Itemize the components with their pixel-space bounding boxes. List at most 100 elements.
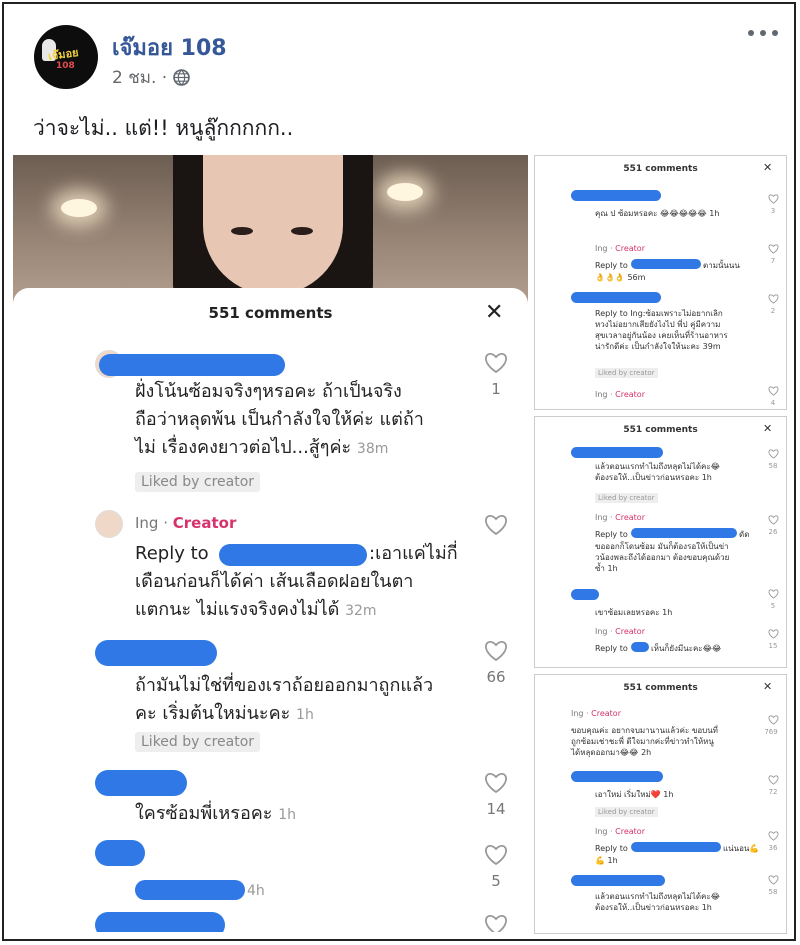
thumb-reply-suffix: ดัด bbox=[739, 530, 750, 539]
thumb-reply-label: Reply to bbox=[595, 844, 628, 853]
close-icon: ✕ bbox=[763, 422, 773, 435]
redacted-username bbox=[571, 589, 599, 600]
thumb-comment: ขอบคุณค่ะ อยากจบมานานแล้วค่ะ ขอบนที่ ถูก… bbox=[571, 726, 718, 757]
heart-icon bbox=[768, 589, 779, 599]
close-icon: ✕ bbox=[763, 161, 773, 174]
heart-icon bbox=[768, 449, 779, 459]
redacted-username bbox=[631, 642, 649, 652]
redacted-username bbox=[571, 447, 663, 458]
thumb-reply-label: Reply to bbox=[595, 644, 628, 653]
redacted-username bbox=[571, 875, 665, 886]
like-count: 58 bbox=[768, 888, 778, 896]
thumb-reply-text: ขอออกก็โดนซ้อม มันก็ต้องรอให้เป็นข่า วน้… bbox=[595, 542, 730, 573]
creator-avatar[interactable] bbox=[95, 510, 123, 538]
thumb-comment: คุณ ป ซ้อมหรอคะ 😂😂😂😂😂 1h bbox=[595, 209, 720, 218]
globe-icon[interactable] bbox=[173, 69, 190, 86]
reply-text: เดือนก่อนก็ได้ค่า เส้นเลือดฝอยในตา แตกนะ… bbox=[135, 571, 414, 620]
heart-icon[interactable] bbox=[484, 914, 508, 932]
heart-icon[interactable] bbox=[484, 514, 508, 536]
post-media[interactable]: 551 comments ✕ ฝั่งโน้นซ้อมจริงๆหรอคะ ถ้… bbox=[13, 155, 787, 934]
thumb-comment: Reply to Ing:ซ้อมเพราะไม่อยากเลิก หวงไม่… bbox=[595, 309, 728, 351]
thumbnail-screenshot-1[interactable]: 551 comments ✕ คุณ ป ซ้อมหรอคะ 😂😂😂😂😂 1h … bbox=[534, 155, 787, 410]
ceiling-light bbox=[387, 183, 423, 201]
like-count: 769 bbox=[764, 728, 778, 736]
redacted-username bbox=[95, 640, 217, 666]
more-options-icon[interactable] bbox=[748, 30, 778, 36]
redacted-username bbox=[99, 354, 285, 376]
page-avatar[interactable]: เจ๊มอย 108 bbox=[34, 25, 98, 89]
thumb-reply-suffix: ตามนั้นนน bbox=[703, 261, 740, 270]
like-count: 5 bbox=[770, 602, 776, 610]
creator-name-row: Ing · Creator bbox=[595, 827, 645, 836]
like-count: 7 bbox=[770, 257, 776, 265]
liked-by-creator-badge: Liked by creator bbox=[135, 732, 261, 752]
like-count: 3 bbox=[770, 207, 776, 215]
close-icon[interactable]: ✕ bbox=[485, 300, 503, 325]
post-meta: 2 ชม. · bbox=[112, 64, 190, 91]
like-count: 66 bbox=[486, 668, 506, 686]
eye bbox=[291, 227, 313, 235]
heart-icon[interactable] bbox=[484, 772, 508, 794]
thumb-comment: แล้วตอนแรกทำไมถึงหลุดไม่ได้คะ😂 ต้องรอให้… bbox=[595, 892, 721, 912]
comment-time: 4h bbox=[247, 883, 265, 899]
thumb-title: 551 comments bbox=[623, 164, 698, 174]
ceiling-light bbox=[61, 199, 97, 217]
like-count: 2 bbox=[770, 307, 776, 315]
redacted-username bbox=[571, 190, 661, 201]
like-count: 4 bbox=[770, 399, 776, 407]
comment-text: ฝั่งโน้นซ้อมจริงๆหรอคะ ถ้าเป็นจริง ถือว่… bbox=[135, 381, 424, 458]
thumb-reply-label: Reply to bbox=[595, 261, 628, 270]
avatar-logo-sub: 108 bbox=[56, 61, 75, 71]
thumb-reply-time: 👌👌👌 56m bbox=[595, 273, 646, 282]
creator-name-row: Ing · Creator bbox=[135, 514, 237, 532]
like-count: 15 bbox=[768, 642, 778, 650]
reply-text-start: :เอาแค่ไม่กี่ bbox=[369, 543, 458, 564]
thumb-comment: แล้วตอนแรกทำไมถึงหลุดไม่ได้คะ😂 ต้องรอให้… bbox=[595, 462, 721, 482]
like-count: 26 bbox=[768, 528, 778, 536]
liked-by-creator-badge: Liked by creator bbox=[135, 472, 261, 492]
heart-icon bbox=[768, 715, 779, 725]
creator-name-row: Ing · Creator bbox=[595, 390, 645, 399]
like-count: 1 bbox=[491, 380, 501, 398]
comment-text: ใครซ้อมพี่เหรอคะ 1h bbox=[135, 803, 296, 824]
thumbnail-screenshot-2[interactable]: 551 comments ✕ แล้วตอนแรกทำไมถึงหลุดไม่ไ… bbox=[534, 416, 787, 668]
redacted-username bbox=[95, 770, 187, 796]
redacted-username bbox=[571, 292, 661, 303]
redacted-username bbox=[631, 259, 701, 269]
thumbnail-screenshot-3[interactable]: 551 comments ✕ Ing · Creator ขอบคุณค่ะ อ… bbox=[534, 674, 787, 934]
thumb-comment: เขาซ้อมเลยหรอคะ 1h bbox=[595, 608, 673, 617]
redacted-username bbox=[135, 880, 245, 900]
redacted-username bbox=[95, 840, 145, 866]
like-count: 72 bbox=[768, 788, 778, 796]
heart-icon bbox=[768, 831, 779, 841]
like-count: 5 bbox=[491, 872, 501, 890]
heart-icon bbox=[768, 875, 779, 885]
liked-by-creator-badge: Liked by creator bbox=[595, 493, 658, 503]
heart-icon[interactable] bbox=[484, 844, 508, 866]
eye bbox=[231, 227, 253, 235]
redacted-username bbox=[95, 912, 225, 932]
creator-name-row: Ing · Creator bbox=[595, 627, 645, 636]
creator-name-row: Ing · Creator bbox=[595, 513, 645, 522]
thumb-comment: เอาใหม่ เริ่มใหม่❤️ 1h bbox=[595, 790, 674, 799]
heart-icon bbox=[768, 386, 779, 396]
heart-icon[interactable] bbox=[484, 352, 508, 374]
liked-by-creator-badge: Liked by creator bbox=[595, 368, 658, 378]
video-background bbox=[13, 155, 528, 305]
heart-icon[interactable] bbox=[484, 640, 508, 662]
main-screenshot[interactable]: 551 comments ✕ ฝั่งโน้นซ้อมจริงๆหรอคะ ถ้… bbox=[13, 155, 528, 932]
close-icon: ✕ bbox=[763, 680, 773, 693]
person-face bbox=[203, 155, 343, 295]
comments-sheet: 551 comments ✕ ฝั่งโน้นซ้อมจริงๆหรอคะ ถ้… bbox=[13, 288, 528, 932]
heart-icon bbox=[768, 629, 779, 639]
heart-icon bbox=[768, 244, 779, 254]
comments-count-title: 551 comments bbox=[208, 304, 333, 322]
like-count: 14 bbox=[486, 800, 506, 818]
post-time[interactable]: 2 ชม. · bbox=[112, 64, 167, 91]
thumb-title: 551 comments bbox=[623, 683, 698, 693]
redacted-username bbox=[219, 544, 367, 566]
redacted-username bbox=[631, 842, 721, 852]
thumb-title: 551 comments bbox=[623, 425, 698, 435]
page-name-link[interactable]: เจ๊มอย 108 bbox=[112, 30, 227, 65]
heart-icon bbox=[768, 294, 779, 304]
